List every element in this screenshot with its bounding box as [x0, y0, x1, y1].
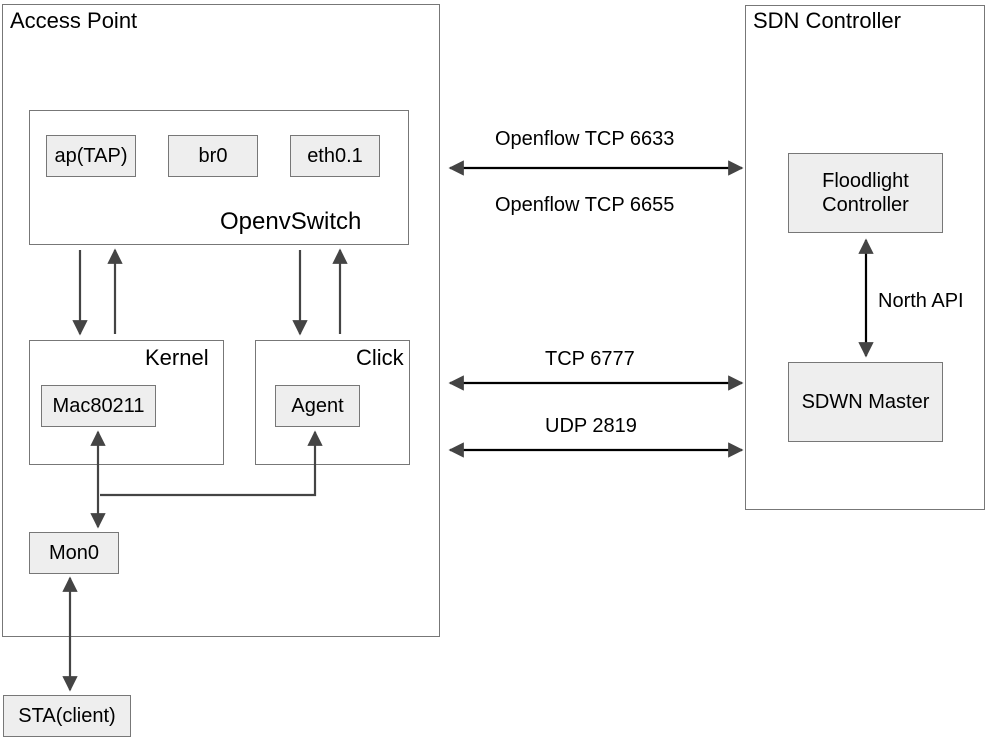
sdn-controller-title: SDN Controller [753, 8, 901, 34]
sta-chip: STA(client) [3, 695, 131, 737]
click-label: Click [356, 345, 404, 371]
udp2819-label: UDP 2819 [545, 415, 637, 438]
tcp6777-label: TCP 6777 [545, 348, 635, 371]
sdwn-chip: SDWN Master [788, 362, 943, 442]
eth-chip: eth0.1 [290, 135, 380, 177]
openflow-6633-label: Openflow TCP 6633 [495, 128, 674, 151]
sdwn-label: SDWN Master [802, 390, 930, 414]
sta-label: STA(client) [18, 704, 115, 728]
mon0-label: Mon0 [49, 541, 99, 565]
br0-label: br0 [199, 144, 228, 168]
mac80211-label: Mac80211 [53, 394, 145, 418]
mac80211-chip: Mac80211 [41, 385, 156, 427]
floodlight-label: Floodlight Controller [789, 169, 942, 217]
ap-tap-label: ap(TAP) [55, 144, 128, 168]
openvswitch-label: OpenvSwitch [220, 208, 361, 236]
ap-tap-chip: ap(TAP) [46, 135, 136, 177]
eth-label: eth0.1 [307, 144, 363, 168]
access-point-title: Access Point [10, 8, 137, 34]
mon0-chip: Mon0 [29, 532, 119, 574]
agent-chip: Agent [275, 385, 360, 427]
north-api-label: North API [878, 290, 964, 313]
br0-chip: br0 [168, 135, 258, 177]
floodlight-chip: Floodlight Controller [788, 153, 943, 233]
openflow-6655-label: Openflow TCP 6655 [495, 194, 674, 217]
kernel-label: Kernel [145, 345, 209, 371]
agent-label: Agent [291, 394, 343, 418]
